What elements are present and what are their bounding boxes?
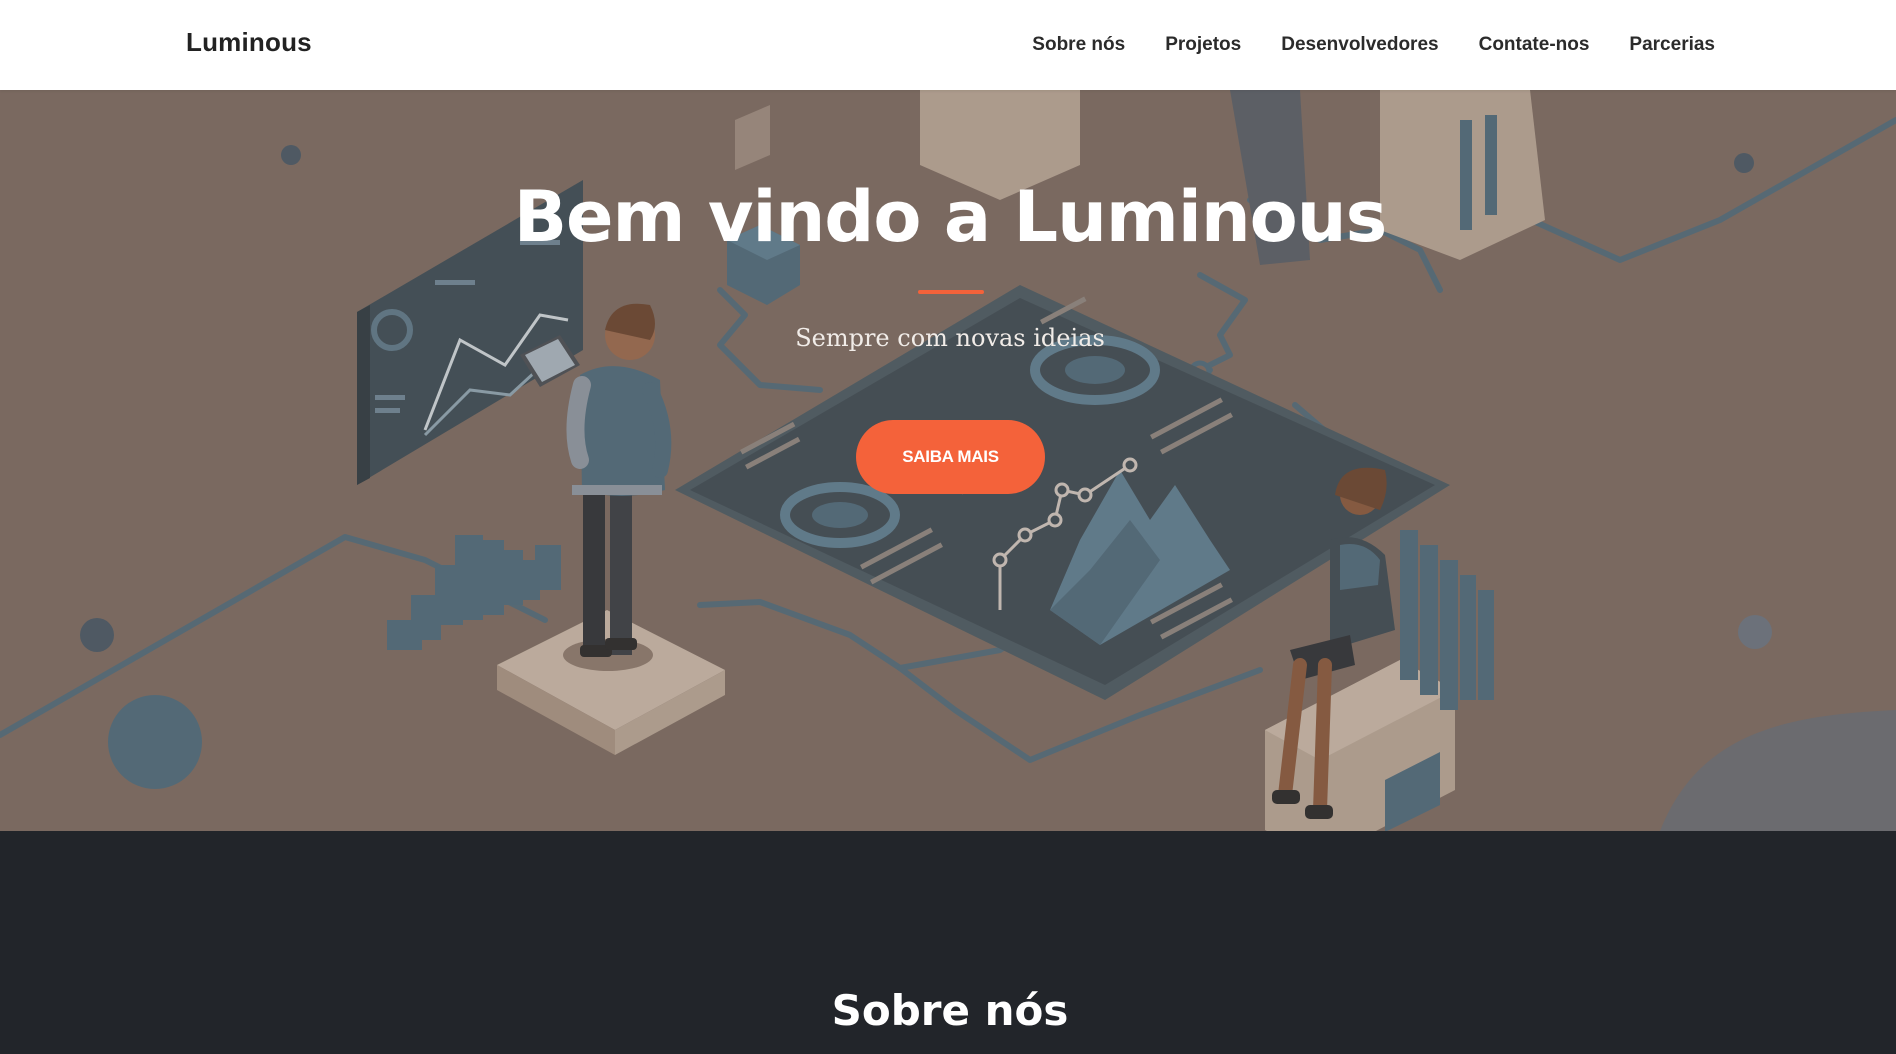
about-title: Sobre nós: [831, 986, 1069, 1035]
nav-link-parcerias[interactable]: Parcerias: [1629, 34, 1715, 56]
about-section: Sobre nós: [0, 831, 1896, 1054]
title-divider: [918, 290, 984, 294]
nav-link-contate-nos[interactable]: Contate-nos: [1479, 34, 1590, 56]
hero-subtitle: Sempre com novas ideias: [795, 324, 1105, 352]
hero-section: Bem vindo a Luminous Sempre com novas id…: [0, 90, 1896, 831]
brand-logo[interactable]: Luminous: [186, 27, 312, 58]
saiba-mais-button[interactable]: SAIBA MAIS: [856, 420, 1045, 494]
nav-link-projetos[interactable]: Projetos: [1165, 34, 1241, 56]
top-navbar: Luminous Sobre nós Projetos Desenvolvedo…: [0, 0, 1896, 90]
hero-title: Bem vindo a Luminous: [513, 176, 1388, 258]
nav-links: Sobre nós Projetos Desenvolvedores Conta…: [1032, 34, 1715, 56]
nav-link-sobre-nos[interactable]: Sobre nós: [1032, 34, 1125, 56]
nav-link-desenvolvedores[interactable]: Desenvolvedores: [1281, 34, 1438, 56]
